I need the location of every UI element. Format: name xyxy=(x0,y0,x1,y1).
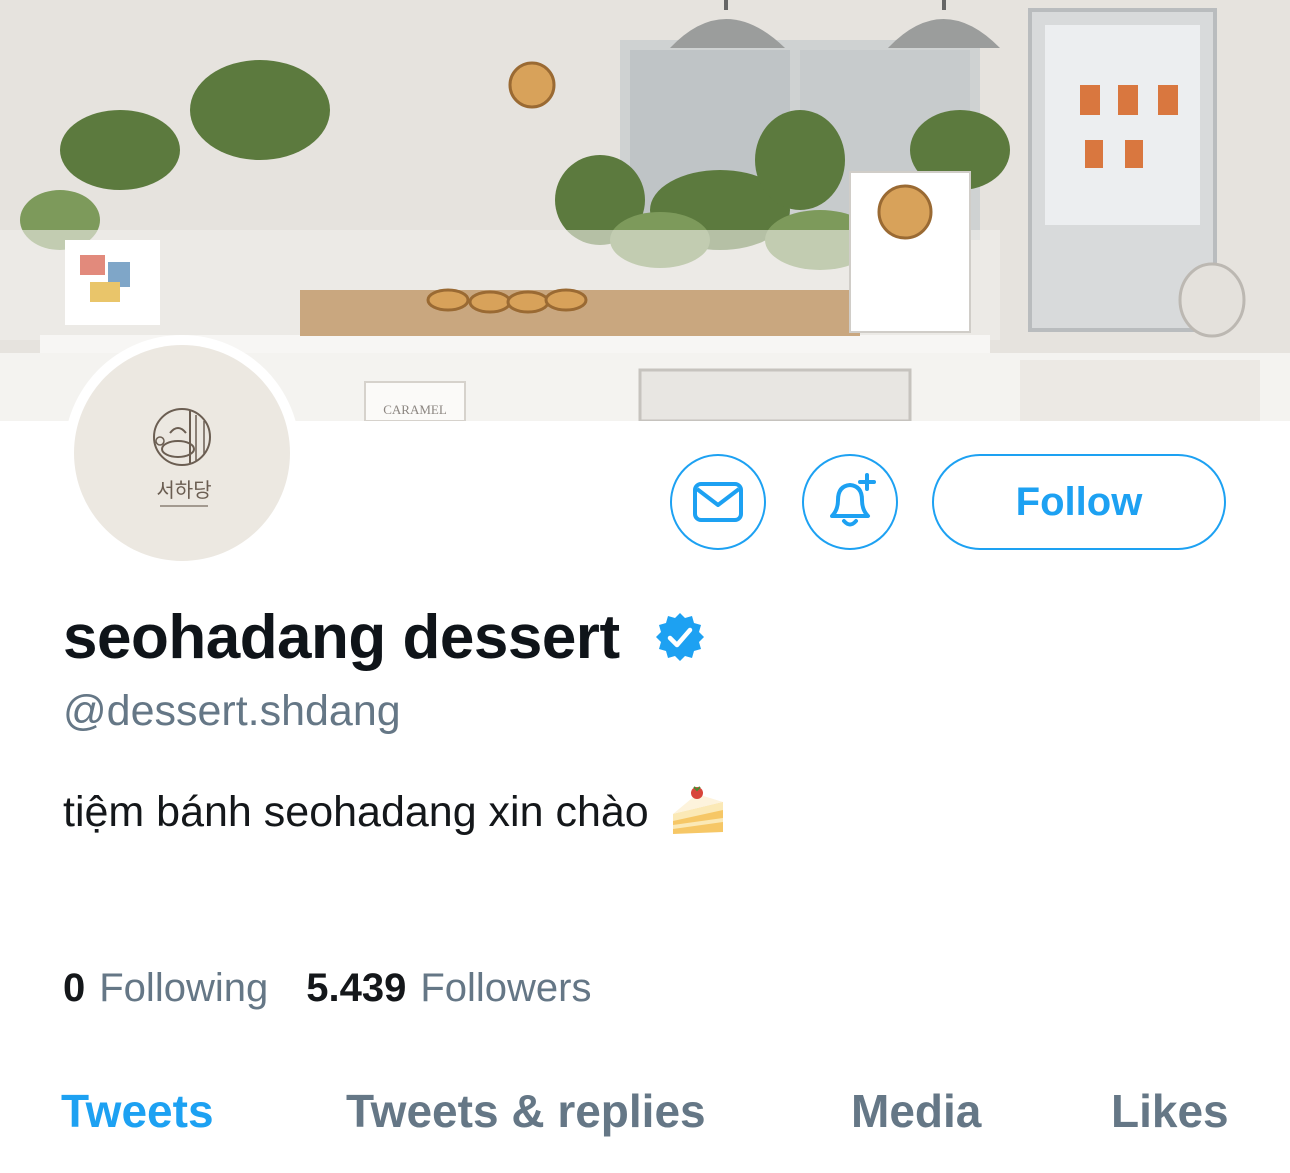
verified-badge-icon xyxy=(654,611,706,663)
message-button[interactable] xyxy=(670,454,766,550)
avatar[interactable]: 서하당 xyxy=(64,335,300,571)
profile-bio: tiệm bánh seohadang xin chào xyxy=(63,784,729,840)
profile-tabs: Tweets Tweets & replies Media Likes xyxy=(0,1074,1290,1144)
svg-text:CARAMEL: CARAMEL xyxy=(383,402,447,417)
cake-slice-icon xyxy=(667,784,729,840)
following-stat[interactable]: 0 Following xyxy=(63,966,268,1011)
envelope-icon xyxy=(693,482,743,522)
bio-text: tiệm bánh seohadang xin chào xyxy=(63,787,649,836)
notifications-button[interactable] xyxy=(802,454,898,550)
tab-likes[interactable]: Likes xyxy=(1111,1084,1229,1138)
svg-text:서하당: 서하당 xyxy=(156,479,211,502)
followers-label: Followers xyxy=(420,966,592,1010)
profile-name-row: seohadang dessert xyxy=(63,597,706,677)
display-name: seohadang dessert xyxy=(63,602,620,672)
avatar-image: 서하당 xyxy=(74,345,290,561)
tab-media[interactable]: Media xyxy=(851,1084,981,1138)
follow-button[interactable]: Follow xyxy=(932,454,1226,550)
following-label: Following xyxy=(99,966,269,1010)
seohadang-logo: 서하당 xyxy=(153,408,212,507)
tab-tweets[interactable]: Tweets xyxy=(61,1084,214,1138)
profile-stats: 0 Following 5.439 Followers xyxy=(63,966,629,1011)
followers-stat[interactable]: 5.439 Followers xyxy=(306,966,591,1011)
bell-plus-icon xyxy=(830,473,876,527)
followers-count: 5.439 xyxy=(306,966,407,1010)
tab-tweets-and-replies[interactable]: Tweets & replies xyxy=(346,1084,706,1138)
following-count: 0 xyxy=(63,966,86,1010)
profile-handle: @dessert.shdang xyxy=(63,687,401,735)
